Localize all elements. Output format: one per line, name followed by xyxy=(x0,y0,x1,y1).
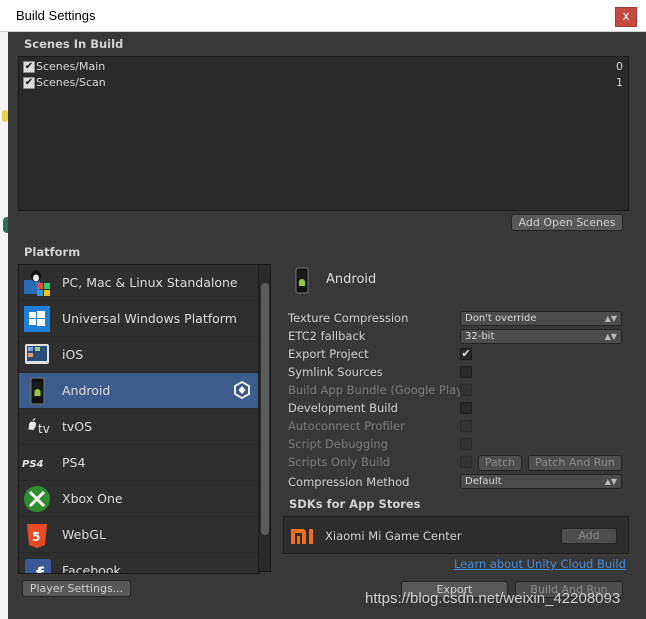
texture-compression-dropdown[interactable]: Don't override ▲▼ xyxy=(460,311,622,326)
platform-label: Universal Windows Platform xyxy=(62,311,237,326)
patch-and-run-button[interactable]: Patch And Run xyxy=(528,455,622,471)
script-debugging-checkbox xyxy=(460,438,472,450)
platform-label: tvOS xyxy=(62,419,93,434)
window-titlebar: Build Settings x xyxy=(0,0,646,32)
window-title: Build Settings xyxy=(16,8,96,23)
dropdown-arrow-icon: ▲▼ xyxy=(604,477,617,486)
platform-label: WebGL xyxy=(62,527,106,542)
export-project-checkbox[interactable]: ✔ xyxy=(460,348,472,360)
compression-method-label: Compression Method xyxy=(288,475,410,489)
svg-text:tv: tv xyxy=(38,422,50,436)
platform-label: PC, Mac & Linux Standalone xyxy=(62,275,238,290)
scripts-only-build-checkbox xyxy=(460,456,472,468)
platform-item-facebook[interactable]: f Facebook xyxy=(19,553,259,574)
script-debugging-label: Script Debugging xyxy=(288,437,388,451)
platform-label: PS4 xyxy=(62,455,86,470)
symlink-sources-label: Symlink Sources xyxy=(288,365,383,379)
selected-platform-title: Android xyxy=(326,272,377,287)
add-open-scenes-button[interactable]: Add Open Scenes xyxy=(511,214,623,231)
platform-item-webgl[interactable]: 5 WebGL xyxy=(19,517,259,553)
close-button[interactable]: x xyxy=(615,7,637,27)
ios-icon xyxy=(25,344,49,364)
build-app-bundle-label: Build App Bundle (Google Play) xyxy=(288,383,460,397)
pc-mac-linux-icon xyxy=(24,270,50,296)
sdk-name: Xiaomi Mi Game Center xyxy=(325,529,462,543)
sdks-header: SDKs for App Stores xyxy=(289,497,421,511)
export-project-label: Export Project xyxy=(288,347,369,361)
scene-row[interactable]: ✔ Scenes/Main 0 xyxy=(21,59,624,75)
scene-checkbox[interactable]: ✔ xyxy=(23,77,35,89)
etc2-fallback-label: ETC2 fallback xyxy=(288,329,366,343)
platform-item-uwp[interactable]: Universal Windows Platform xyxy=(19,301,259,337)
watermark-text: https://blog.csdn.net/weixin_42208093 xyxy=(365,590,621,607)
platform-item-ps4[interactable]: PS4 PS4 xyxy=(19,445,259,481)
etc2-fallback-dropdown[interactable]: 32-bit ▲▼ xyxy=(460,329,622,344)
unity-current-platform-icon xyxy=(234,381,250,399)
platform-label: Android xyxy=(62,383,111,398)
ps4-icon: PS4 xyxy=(22,459,44,470)
platform-list-scrollbar[interactable] xyxy=(258,264,271,572)
build-settings-panel: Scenes In Build ✔ Scenes/Main 0 ✔ Scenes… xyxy=(8,32,646,619)
scenes-header: Scenes In Build xyxy=(24,37,124,51)
dropdown-arrow-icon: ▲▼ xyxy=(604,332,617,341)
scenes-list[interactable]: ✔ Scenes/Main 0 ✔ Scenes/Scan 1 xyxy=(18,56,629,211)
dropdown-value: Default xyxy=(465,476,502,487)
background-window-edge xyxy=(0,32,11,619)
platform-label: Facebook xyxy=(62,563,121,574)
tvos-icon: tv xyxy=(28,418,50,436)
html5-icon: 5 xyxy=(27,524,47,548)
sdk-add-button[interactable]: Add xyxy=(561,528,617,544)
learn-cloud-build-link[interactable]: Learn about Unity Cloud Build xyxy=(454,557,626,571)
platform-list[interactable]: PC, Mac & Linux Standalone Universal Win… xyxy=(18,264,260,574)
patch-button[interactable]: Patch xyxy=(478,455,522,471)
compression-method-dropdown[interactable]: Default ▲▼ xyxy=(460,474,622,489)
scripts-only-build-label: Scripts Only Build xyxy=(288,455,390,469)
dropdown-value: Don't override xyxy=(465,313,537,324)
sdk-item: Xiaomi Mi Game Center Add xyxy=(283,516,629,554)
dropdown-value: 32-bit xyxy=(465,331,495,342)
scene-index: 1 xyxy=(616,76,623,89)
xiaomi-icon xyxy=(291,529,313,544)
android-icon xyxy=(30,377,45,405)
dropdown-arrow-icon: ▲▼ xyxy=(604,314,617,323)
platform-item-ios[interactable]: iOS xyxy=(19,337,259,373)
svg-text:f: f xyxy=(36,564,44,574)
facebook-icon: f xyxy=(25,559,51,574)
scene-row[interactable]: ✔ Scenes/Scan 1 xyxy=(21,75,624,91)
symlink-sources-checkbox[interactable] xyxy=(460,366,472,378)
player-settings-button[interactable]: Player Settings... xyxy=(22,580,131,597)
xbox-icon xyxy=(24,486,50,512)
scene-name: Scenes/Scan xyxy=(36,76,106,89)
scene-name: Scenes/Main xyxy=(36,60,106,73)
development-build-label: Development Build xyxy=(288,401,398,415)
svg-text:PS4: PS4 xyxy=(22,459,44,470)
development-build-checkbox[interactable] xyxy=(460,402,472,414)
windows-icon xyxy=(24,306,50,332)
texture-compression-label: Texture Compression xyxy=(288,311,409,325)
build-app-bundle-checkbox xyxy=(460,384,472,396)
platform-label: iOS xyxy=(62,347,84,362)
autoconnect-profiler-label: Autoconnect Profiler xyxy=(288,419,405,433)
scrollbar-thumb[interactable] xyxy=(261,283,269,535)
platform-item-tvos[interactable]: tv tvOS xyxy=(19,409,259,445)
scene-checkbox[interactable]: ✔ xyxy=(23,61,35,73)
platform-item-xbox[interactable]: Xbox One xyxy=(19,481,259,517)
svg-text:5: 5 xyxy=(32,530,40,544)
platform-header: Platform xyxy=(24,245,81,259)
scene-index: 0 xyxy=(616,60,623,73)
platform-item-standalone[interactable]: PC, Mac & Linux Standalone xyxy=(19,265,259,301)
platform-item-android[interactable]: Android xyxy=(19,373,259,409)
android-icon xyxy=(295,267,309,294)
platform-label: Xbox One xyxy=(62,491,123,506)
autoconnect-profiler-checkbox xyxy=(460,420,472,432)
